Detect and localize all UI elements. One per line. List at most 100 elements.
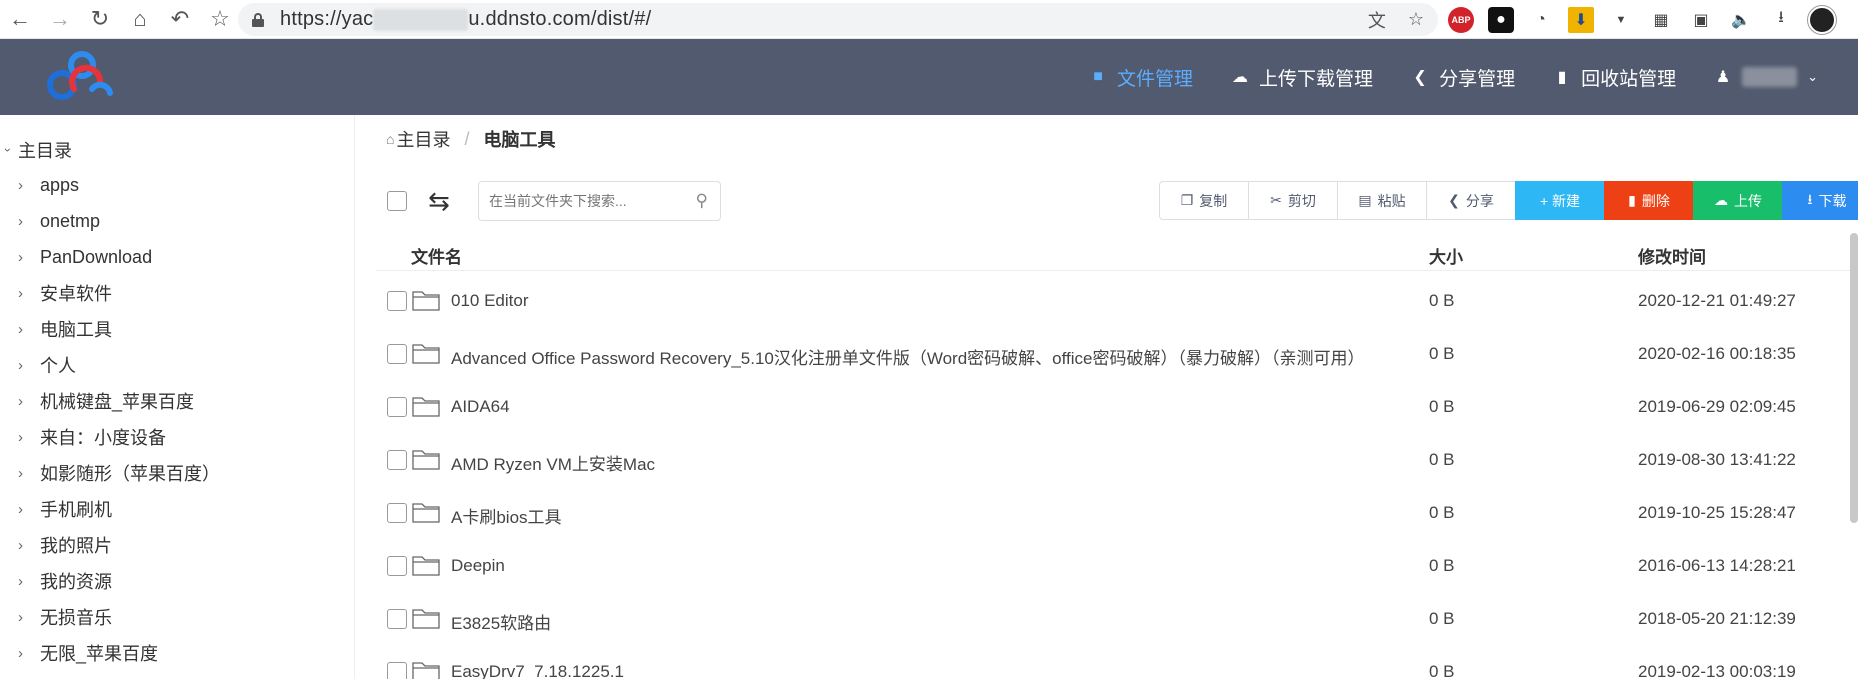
url-text: https://yac u.ddnsto.com/dist/#/ [280,8,652,31]
table-row[interactable]: AMD Ryzen VM上安装Mac 0 B 2019-08-30 13:41:… [376,434,1858,487]
file-name[interactable]: AIDA64 [451,397,510,417]
file-name[interactable]: Deepin [451,556,505,576]
file-mtime: 2016-06-13 14:28:21 [1638,556,1796,575]
extension-glasses-icon[interactable]: ● [1488,6,1514,33]
speed-gauge-icon[interactable]: ◔ [1528,7,1554,33]
download-icon: ⭳ [1807,190,1813,207]
profile-avatar[interactable] [1808,5,1836,34]
file-name[interactable]: 010 Editor [451,291,529,311]
row-checkbox[interactable] [387,556,407,576]
nav-recycle-bin[interactable]: ▮ 回收站管理 [1553,64,1676,91]
file-size: 0 B [1429,344,1455,363]
apps-grid-icon[interactable]: ▦ [1648,7,1674,33]
nav-file-management[interactable]: ■ 文件管理 [1089,64,1193,91]
cut-button[interactable]: ✂ 剪切 [1248,181,1337,220]
home-icon[interactable]: ⌂ [120,0,160,39]
cloud-icon: ☁ [1232,69,1249,86]
tree-item-android-software[interactable]: › 安卓软件 [18,281,112,305]
tree-item-onetmp[interactable]: › onetmp [18,209,100,233]
column-mtime[interactable]: 修改时间 [1638,243,1706,268]
username [1742,67,1798,87]
table-row[interactable]: E3825软路由 0 B 2018-05-20 21:12:39 [376,593,1858,646]
bookmark-page-icon[interactable]: ☆ [1408,9,1424,30]
tree-item-personal[interactable]: › 个人 [18,353,76,377]
search-input[interactable] [489,193,689,209]
search-box: ⚲ [478,181,721,221]
file-browser: ⌂ 主目录 / 电脑工具 ⇆ ⚲ ❐复制 ✂剪切 ▤粘贴 ❮分享 + 新建 ▮删… [356,115,1858,679]
folder-icon [412,556,440,576]
row-checkbox[interactable] [387,397,407,417]
table-row[interactable]: 010 Editor 0 B 2020-12-21 01:49:27 [376,275,1858,328]
file-name[interactable]: E3825软路由 [451,609,551,634]
tree-item-mechanical-keyboard[interactable]: › 机械键盘_苹果百度 [18,389,194,413]
table-row[interactable]: Advanced Office Password Recovery_5.10汉化… [376,328,1858,381]
mute-icon[interactable]: 🔈 [1728,7,1754,33]
folder-icon [412,397,440,417]
nav-share-management[interactable]: ❮ 分享管理 [1411,64,1515,91]
row-checkbox[interactable] [387,344,407,364]
download-helper-icon[interactable]: ⬇ [1568,6,1594,33]
select-all-checkbox[interactable] [387,191,407,211]
downloads-icon[interactable]: ⭳ [1768,7,1794,33]
table-row[interactable]: EasyDrv7_7.18.1225.1 0 B 2019-02-13 00:0… [376,646,1858,679]
chevron-right-icon: › [18,176,23,194]
create-button[interactable]: + 新建 [1515,181,1604,220]
chevron-right-icon: › [18,500,23,518]
bookmark-star-icon[interactable]: ☆ [200,0,240,39]
file-name[interactable]: AMD Ryzen VM上安装Mac [451,450,655,475]
row-checkbox[interactable] [387,503,407,523]
undo-icon[interactable]: ↶ [160,0,200,39]
reload-icon[interactable]: ↻ [80,0,120,39]
tree-item-my-photos[interactable]: › 我的照片 [18,533,112,557]
tree-item-lossless-music[interactable]: › 无损音乐 [18,605,112,629]
swap-icon[interactable]: ⇆ [428,186,450,217]
chevron-right-icon: › [18,356,23,374]
tree-item-from-device[interactable]: › 来自：小度设备 [18,425,166,449]
table-row[interactable]: A卡刷bios工具 0 B 2019-10-25 15:28:47 [376,487,1858,540]
crop-icon[interactable]: ▣ [1688,7,1714,33]
table-row[interactable]: AIDA64 0 B 2019-06-29 02:09:45 [376,381,1858,434]
tree-item-shadow[interactable]: › 如影随形（苹果百度） [18,461,220,485]
delete-button[interactable]: ▮ 删除 [1604,181,1693,220]
scrollbar[interactable] [1850,233,1858,523]
download-button[interactable]: ⭳ 下载 [1782,181,1858,220]
tree-item-apps[interactable]: › apps [18,173,79,197]
row-checkbox[interactable] [387,662,407,679]
column-size[interactable]: 大小 [1429,243,1463,268]
file-name[interactable]: EasyDrv7_7.18.1225.1 [451,662,624,679]
user-menu[interactable]: ♟ ⌄ [1714,67,1818,87]
row-checkbox[interactable] [387,450,407,470]
tree-item-unlimited[interactable]: › 无限_苹果百度 [18,641,158,665]
tree-item-pc-tools[interactable]: › 电脑工具 [18,317,112,341]
adblock-icon[interactable]: ABP [1448,6,1474,33]
row-checkbox[interactable] [387,291,407,311]
share-button[interactable]: ❮ 分享 [1426,181,1515,220]
forward-icon[interactable]: → [40,0,80,39]
upload-button[interactable]: ☁ 上传 [1693,181,1782,220]
column-name[interactable]: 文件名 [411,243,462,268]
chevron-right-icon: › [18,644,23,662]
user-icon: ♟ [1715,69,1731,86]
chevron-right-icon: › [18,392,23,410]
tree-item-pandownload[interactable]: › PanDownload [18,245,152,269]
copy-button[interactable]: ❐ 复制 [1159,181,1248,220]
nav-transfer-management[interactable]: ☁ 上传下载管理 [1231,64,1373,91]
file-name[interactable]: Advanced Office Password Recovery_5.10汉化… [451,344,1365,369]
table-row[interactable]: Deepin 0 B 2016-06-13 14:28:21 [376,540,1858,593]
tree-item-phone-flash[interactable]: › 手机刷机 [18,497,112,521]
search-icon[interactable]: ⚲ [696,191,708,211]
dropdown-icon[interactable]: ▼ [1608,7,1634,33]
tree-root[interactable]: › 主目录 [0,137,72,163]
tree-item-my-resources[interactable]: › 我的资源 [18,569,112,593]
chevron-right-icon: › [18,320,23,338]
paste-button[interactable]: ▤ 粘贴 [1337,181,1426,220]
file-mtime: 2019-08-30 13:41:22 [1638,450,1796,469]
file-name[interactable]: A卡刷bios工具 [451,503,562,528]
row-checkbox[interactable] [387,609,407,629]
address-bar[interactable]: https://yac u.ddnsto.com/dist/#/ 文 ☆ [238,3,1438,36]
back-icon[interactable]: ← [0,0,40,39]
breadcrumb-separator: / [464,128,470,149]
translate-icon[interactable]: 文 [1368,7,1386,33]
folder-icon [412,503,440,523]
breadcrumb-home[interactable]: 主目录 [396,126,450,152]
